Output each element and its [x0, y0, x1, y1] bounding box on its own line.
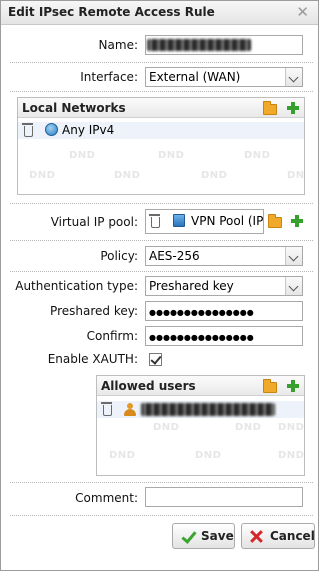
dnd-watermark: DND — [29, 170, 56, 181]
user-icon — [124, 403, 136, 416]
dnd-watermark: DND — [69, 150, 96, 161]
policy-select[interactable]: AES-256 — [145, 246, 303, 266]
allowed-users-title: Allowed users — [101, 379, 196, 393]
dnd-watermark: DND — [278, 450, 305, 461]
chevron-down-icon — [285, 247, 302, 265]
dnd-watermark: DND — [109, 450, 136, 461]
add-icon[interactable] — [291, 215, 303, 227]
allowed-users-header: Allowed users — [97, 376, 304, 396]
divider — [10, 62, 313, 63]
name-field[interactable] — [145, 35, 303, 55]
local-networks-box: Local Networks Any IPv4 DND DND DND DND … — [17, 97, 305, 195]
allowed-users-box: Allowed users DND DND DND DND DND DND — [96, 375, 305, 476]
list-item[interactable]: Any IPv4 — [18, 122, 304, 139]
virtual-ip-pool-field[interactable]: VPN Pool (IPs — [145, 209, 264, 234]
dialog-title: Edit IPsec Remote Access Rule — [8, 5, 215, 19]
divider — [10, 240, 313, 241]
dialog-titlebar[interactable]: Edit IPsec Remote Access Rule ✕ — [1, 1, 318, 25]
redacted-name — [147, 39, 251, 51]
interface-value: External (WAN) — [149, 70, 241, 84]
dnd-watermark: DND — [235, 422, 262, 433]
chevron-down-icon — [285, 68, 302, 86]
dnd-watermark: DND — [114, 170, 141, 181]
policy-label: Policy: — [100, 249, 138, 263]
auth-type-value: Preshared key — [149, 279, 234, 293]
folder-icon[interactable] — [263, 379, 277, 393]
trash-icon[interactable] — [22, 123, 33, 137]
divider — [10, 271, 313, 272]
divider — [10, 482, 313, 483]
dnd-watermark: DND — [195, 450, 222, 461]
local-networks-header: Local Networks — [18, 98, 304, 118]
dnd-watermark: DND — [158, 150, 185, 161]
add-icon[interactable] — [287, 102, 299, 114]
dnd-watermark: DND — [287, 170, 305, 181]
dnd-watermark: DND — [244, 150, 271, 161]
chevron-down-icon — [285, 277, 302, 295]
enable-xauth-label: Enable XAUTH: — [47, 352, 138, 366]
confirm-label: Confirm: — [86, 329, 138, 343]
preshared-key-value: ●●●●●●●●●●●●●●● — [149, 308, 254, 317]
dnd-watermark: DND — [201, 170, 228, 181]
virtual-ip-pool-value: VPN Pool (IPs — [191, 214, 264, 228]
interface-select[interactable]: External (WAN) — [145, 67, 303, 87]
divider — [10, 91, 313, 92]
trash-icon[interactable] — [101, 402, 112, 416]
interface-label: Interface: — [80, 70, 138, 84]
policy-value: AES-256 — [149, 249, 200, 263]
cancel-button-label: Cancel — [270, 529, 315, 543]
virtual-ip-pool-label: Virtual IP pool: — [50, 215, 138, 229]
list-item[interactable] — [97, 401, 304, 418]
globe-icon — [45, 123, 58, 136]
auth-type-label: Authentication type: — [15, 279, 138, 293]
folder-icon[interactable] — [268, 214, 282, 228]
confirm-field[interactable]: ●●●●●●●●●●●●●●● — [145, 326, 303, 346]
edit-ipsec-dialog: Edit IPsec Remote Access Rule ✕ Name: In… — [0, 0, 319, 571]
redacted-user — [141, 403, 275, 416]
dnd-watermark: DND — [278, 422, 305, 433]
close-icon — [250, 530, 263, 543]
comment-field[interactable] — [145, 487, 303, 507]
save-button[interactable]: Save — [172, 523, 235, 549]
preshared-key-field[interactable]: ●●●●●●●●●●●●●●● — [145, 301, 303, 321]
cancel-button[interactable]: Cancel — [241, 523, 315, 549]
close-icon[interactable]: ✕ — [296, 3, 309, 21]
auth-type-select[interactable]: Preshared key — [145, 276, 303, 296]
add-icon[interactable] — [287, 380, 299, 392]
dnd-watermark: DND — [153, 422, 180, 433]
confirm-value: ●●●●●●●●●●●●●●● — [149, 333, 254, 342]
list-item-label: Any IPv4 — [62, 123, 115, 137]
local-networks-title: Local Networks — [22, 101, 126, 115]
save-button-label: Save — [201, 529, 234, 543]
folder-icon[interactable] — [263, 101, 277, 115]
server-icon — [173, 214, 185, 227]
preshared-key-label: Preshared key: — [50, 304, 138, 318]
comment-label: Comment: — [75, 491, 138, 505]
enable-xauth-checkbox[interactable] — [149, 353, 162, 366]
divider — [10, 515, 313, 516]
trash-icon[interactable] — [149, 214, 160, 228]
divider — [10, 203, 313, 204]
checkmark-icon — [181, 531, 195, 543]
name-label: Name: — [98, 38, 138, 52]
